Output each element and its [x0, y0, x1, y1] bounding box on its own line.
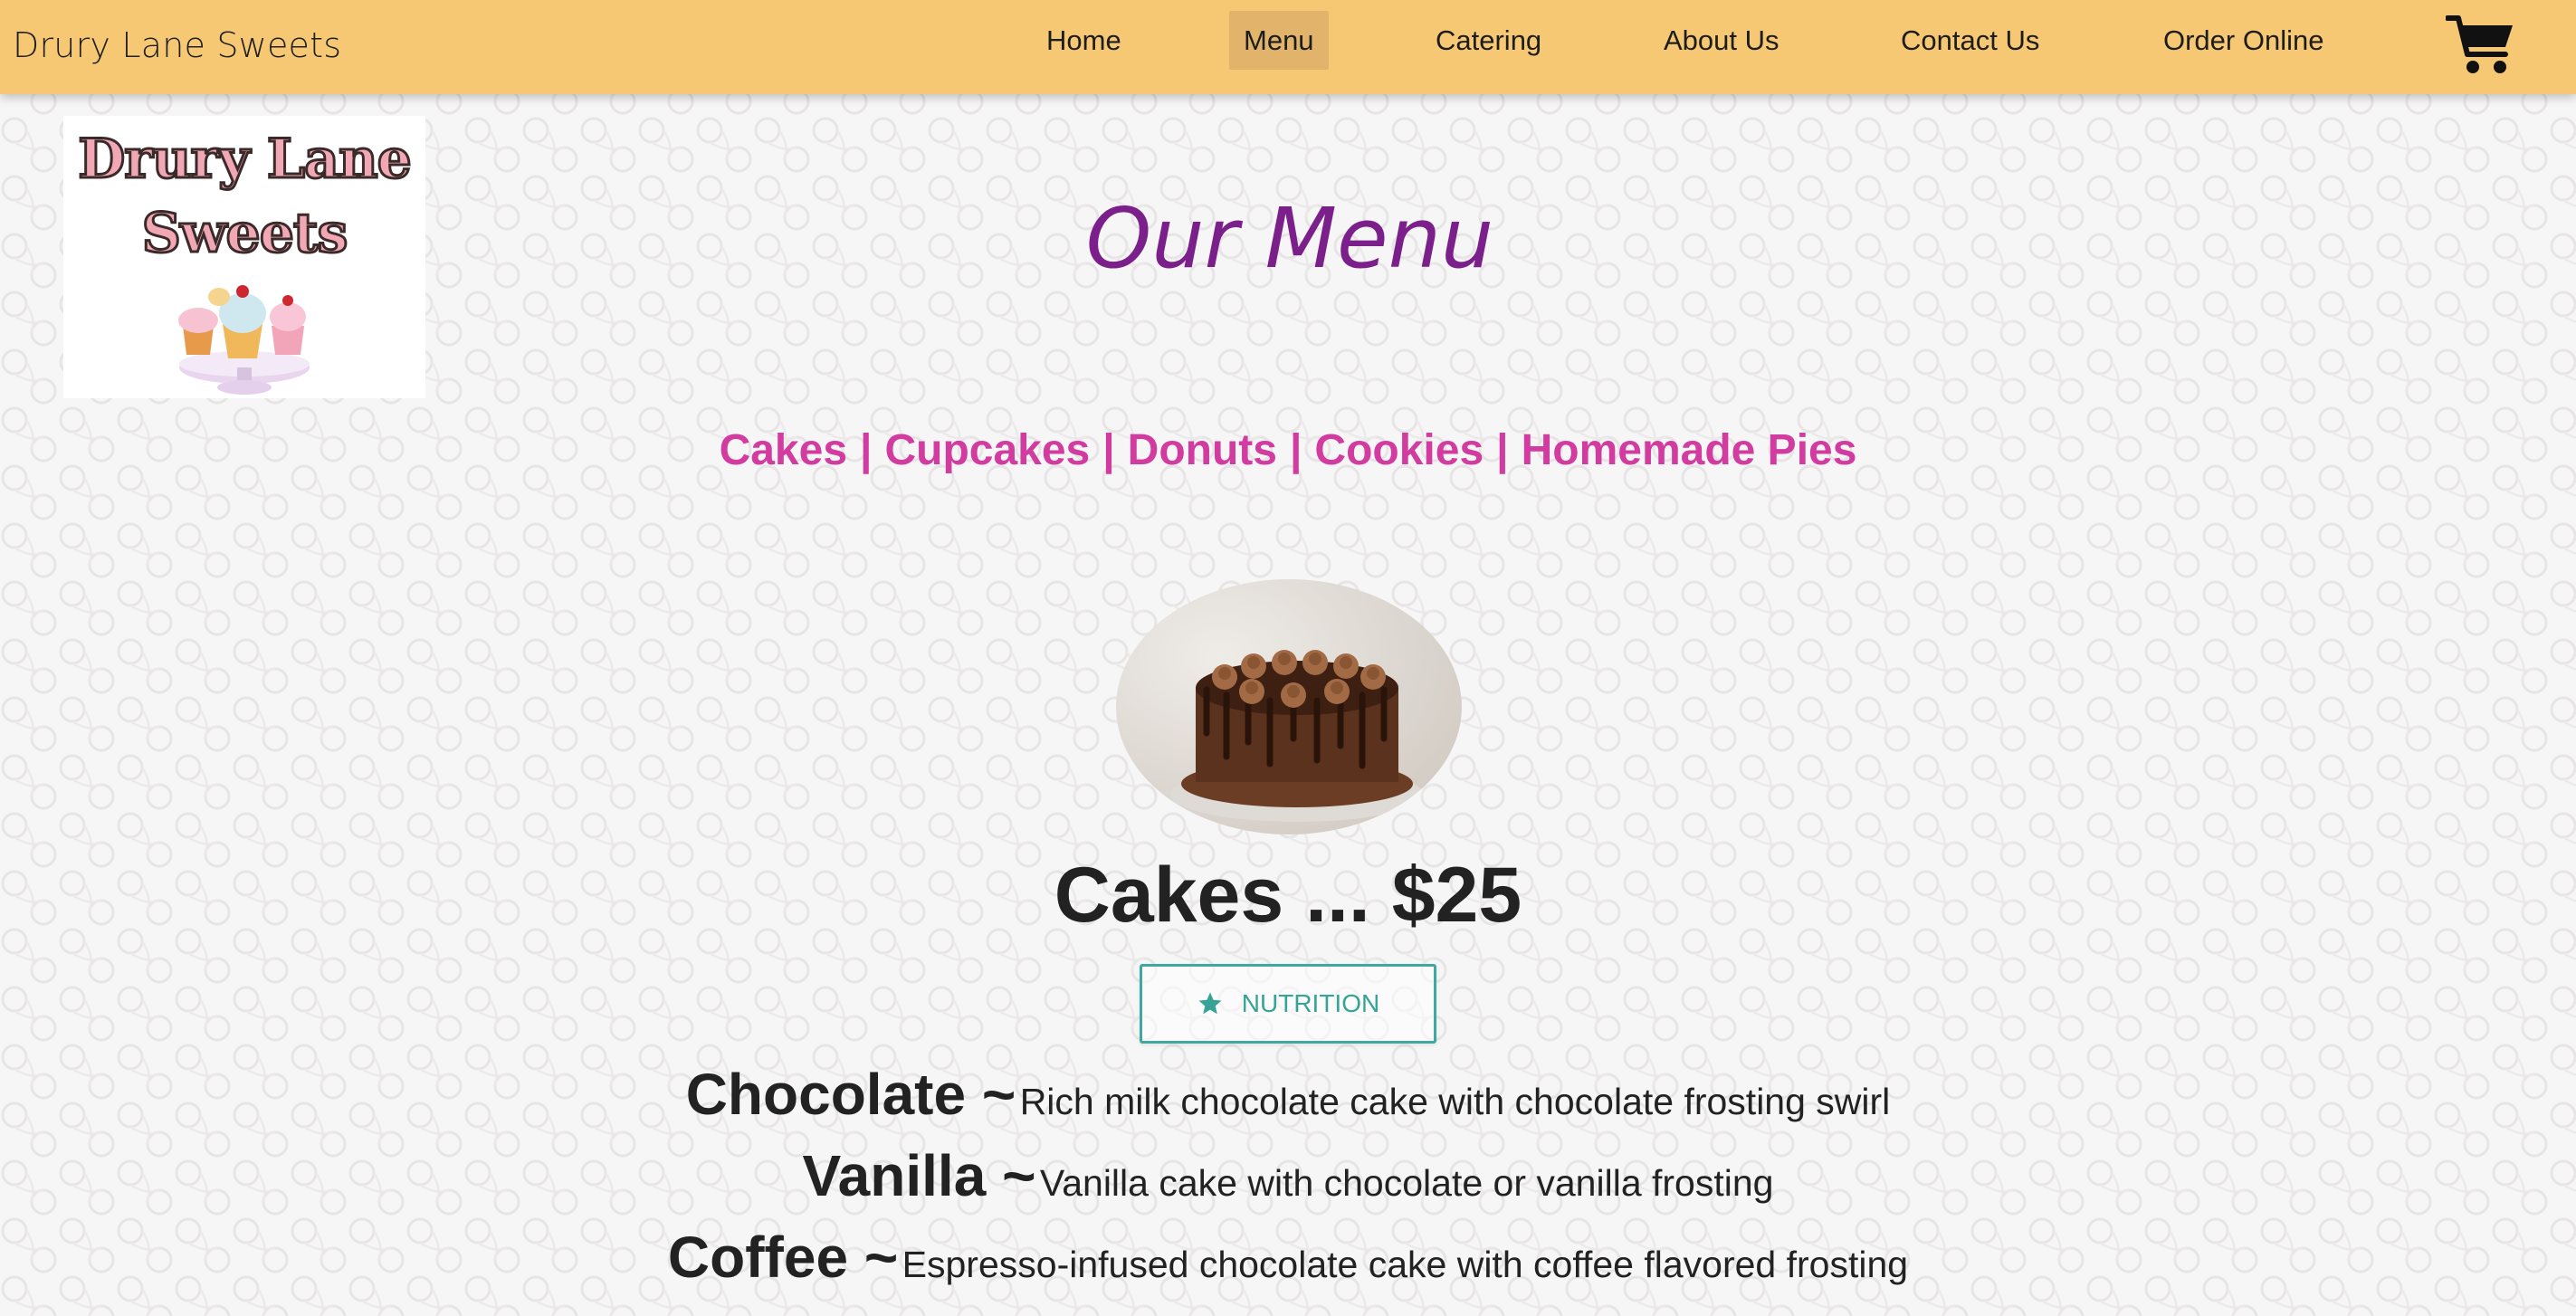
menu-item-description: Vanilla cake with chocolate or vanilla f…: [1039, 1162, 1774, 1204]
star-icon: [1198, 992, 1222, 1015]
category-separator: |: [1102, 426, 1115, 474]
nav-item-home[interactable]: Home: [1046, 11, 1121, 70]
category-link-donuts[interactable]: Donuts: [1128, 426, 1277, 474]
logo-text-line1: Drury Lane: [77, 127, 414, 193]
cupcake-stand-icon: [178, 285, 310, 395]
nav-item-about-us[interactable]: About Us: [1664, 11, 1779, 70]
logo-text-line2: Sweets: [140, 201, 349, 267]
section-title-cakes: Cakes ... $25: [1054, 852, 1522, 939]
shopping-cart-icon[interactable]: [2445, 13, 2516, 76]
menu-item-name: Chocolate ~: [685, 1062, 1016, 1127]
nav-item-order-online[interactable]: Order Online: [2163, 11, 2323, 70]
top-navigation-bar: Drury Lane Sweets Home Menu Catering Abo…: [0, 0, 2576, 94]
menu-item: Coffee ~ Espresso-infused chocolate cake…: [453, 1224, 2123, 1291]
page-title: Our Menu: [1085, 190, 1494, 287]
category-separator: |: [1289, 426, 1302, 474]
nutrition-button[interactable]: NUTRITION: [1140, 964, 1436, 1044]
category-link-cupcakes[interactable]: Cupcakes: [884, 426, 1090, 474]
brand-logo[interactable]: Drury Lane Sweets: [63, 116, 425, 398]
category-link-homemade-pies[interactable]: Homemade Pies: [1522, 426, 1857, 474]
site-name-link[interactable]: Drury Lane Sweets: [13, 25, 341, 65]
category-separator: |: [860, 426, 873, 474]
menu-item-name: Vanilla ~: [802, 1143, 1036, 1208]
menu-item: Chocolate ~ Rich milk chocolate cake wit…: [453, 1061, 2123, 1128]
menu-item-name: Coffee ~: [667, 1225, 899, 1290]
nutrition-button-label: NUTRITION: [1241, 989, 1380, 1017]
nav-item-menu[interactable]: Menu: [1229, 11, 1329, 70]
menu-item-description: Rich milk chocolate cake with chocolate …: [1019, 1081, 1891, 1122]
menu-item-description: Espresso-infused chocolate cake with cof…: [902, 1244, 1909, 1285]
nav-item-catering[interactable]: Catering: [1436, 11, 1541, 70]
category-link-cakes[interactable]: Cakes: [720, 426, 847, 474]
nav-item-contact-us[interactable]: Contact Us: [1901, 11, 2039, 70]
menu-item: Vanilla ~ Vanilla cake with chocolate or…: [453, 1142, 2123, 1209]
category-link-cookies[interactable]: Cookies: [1314, 426, 1484, 474]
category-links: Cakes | Cupcakes | Donuts | Cookies | Homemade P…: [543, 425, 2033, 475]
chocolate-cake-image: [1116, 579, 1462, 834]
category-separator: |: [1496, 426, 1509, 474]
